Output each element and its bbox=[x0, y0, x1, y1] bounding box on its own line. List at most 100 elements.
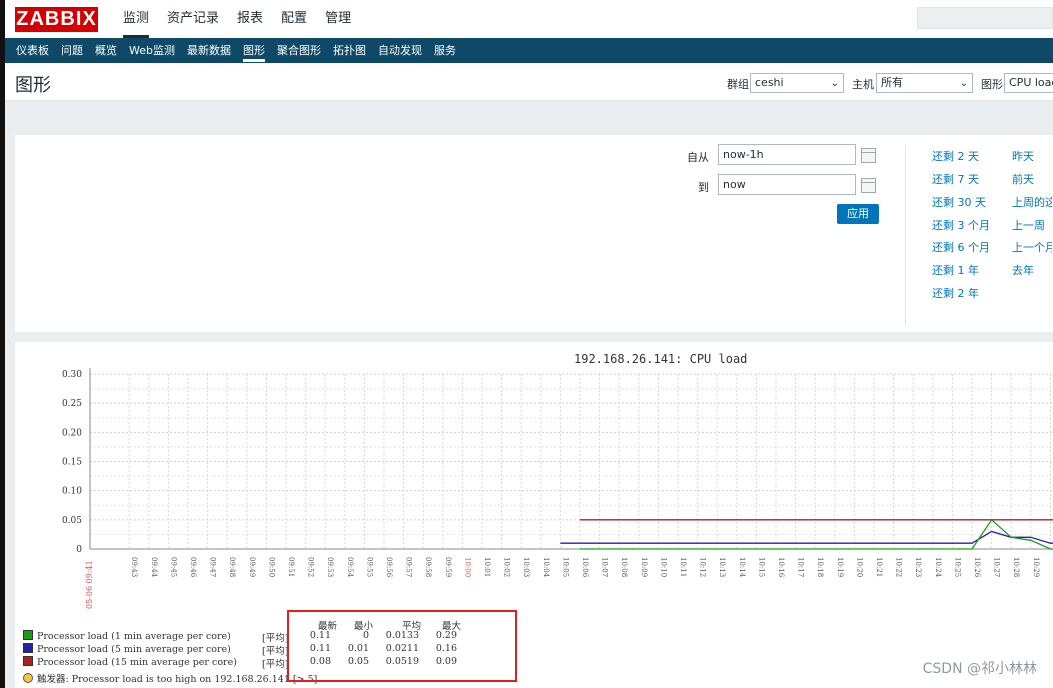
quick-range-link[interactable]: 上周的这 bbox=[1012, 194, 1052, 210]
to-input-value: now bbox=[723, 178, 746, 191]
subnav-latest-data[interactable]: 最新数据 bbox=[181, 38, 237, 63]
page-header: 图形 群组 ceshi ⌄ 主机 所有 ⌄ 图形 CPU load bbox=[5, 63, 1053, 101]
main-menu-reports[interactable]: 报表 bbox=[228, 0, 272, 38]
subnav-services[interactable]: 服务 bbox=[428, 38, 462, 63]
x-tick-label: 10:01 bbox=[483, 557, 491, 577]
top-bar: ZABBIX 监测 资产记录 报表 配置 管理 bbox=[5, 0, 1053, 38]
search-input[interactable] bbox=[917, 7, 1053, 29]
x-tick-label: 10:10 bbox=[659, 557, 667, 577]
x-tick-label: 10:28 bbox=[1012, 557, 1020, 577]
quick-range-link[interactable]: 还剩 3 个月 bbox=[932, 217, 990, 233]
zabbix-logo[interactable]: ZABBIX bbox=[15, 6, 98, 32]
calendar-icon[interactable] bbox=[861, 148, 876, 163]
from-input-value: now-1h bbox=[723, 148, 764, 161]
from-label: 自从 bbox=[687, 151, 709, 164]
main-menu-inventory[interactable]: 资产记录 bbox=[158, 0, 228, 38]
x-tick-label: 10:09 bbox=[640, 557, 648, 577]
from-input[interactable]: now-1h bbox=[718, 144, 856, 165]
x-tick-label: 10:25 bbox=[953, 557, 961, 577]
x-tick-label: 10:13 bbox=[718, 557, 726, 577]
trigger-text: 触发器: Processor load is too high on 192.1… bbox=[37, 674, 318, 685]
x-tick-label: 10:18 bbox=[816, 557, 824, 577]
y-tick-label: 0.20 bbox=[62, 428, 82, 438]
main-menu-administration[interactable]: 管理 bbox=[316, 0, 360, 38]
group-label: 群组 bbox=[727, 78, 749, 91]
legend-row: Processor load (1 min average per core) bbox=[23, 630, 231, 642]
subnav-graphs[interactable]: 图形 bbox=[237, 38, 271, 63]
x-tick-label: 10:19 bbox=[836, 557, 844, 577]
x-tick-label: 10:05 bbox=[561, 557, 569, 577]
x-tick-label: 10:08 bbox=[620, 557, 628, 577]
x-tick-label: 09:45 bbox=[169, 557, 177, 577]
x-tick-label: 10:14 bbox=[738, 557, 746, 578]
quick-range-link[interactable]: 还剩 2 天 bbox=[932, 148, 979, 164]
x-tick-label: 10:17 bbox=[797, 557, 805, 577]
x-tick-label: 10:15 bbox=[757, 557, 765, 577]
main-menu-configuration[interactable]: 配置 bbox=[272, 0, 316, 38]
x-tick-label: 10:07 bbox=[601, 557, 609, 577]
main-menu: 监测 资产记录 报表 配置 管理 bbox=[114, 0, 360, 38]
legend-row: Processor load (5 min average per core) bbox=[23, 643, 231, 655]
quick-range-link[interactable]: 还剩 2 年 bbox=[932, 285, 979, 301]
legend-swatch bbox=[23, 630, 33, 640]
watermark: CSDN @祁小林林 bbox=[922, 661, 1037, 677]
y-tick-label: 0.05 bbox=[62, 516, 82, 526]
graph-select-value: CPU load bbox=[1009, 76, 1053, 89]
quick-range-link[interactable]: 还剩 7 天 bbox=[932, 171, 979, 187]
x-tick-label: 10:06 bbox=[581, 557, 589, 578]
x-tick-label: 09:53 bbox=[326, 557, 334, 577]
x-start-label: 05-06 09:41 bbox=[85, 560, 94, 609]
x-tick-label: 10:12 bbox=[699, 557, 707, 577]
to-input[interactable]: now bbox=[718, 174, 856, 195]
host-select[interactable]: 所有 ⌄ bbox=[876, 73, 973, 93]
x-tick-label: 09:46 bbox=[189, 557, 197, 578]
quick-range-link[interactable]: 还剩 30 天 bbox=[932, 194, 986, 210]
legend-row: Processor load (15 min average per core) bbox=[23, 656, 237, 668]
time-filter-panel: 自从 now-1h 到 now 应用 还剩 2 天 还剩 7 天 还剩 30 天… bbox=[15, 135, 1053, 332]
quick-range-link[interactable]: 前天 bbox=[1012, 171, 1034, 187]
x-tick-label: 10:03 bbox=[522, 557, 530, 577]
graph-select[interactable]: CPU load bbox=[1004, 73, 1053, 93]
x-tick-label: 10:22 bbox=[895, 557, 903, 577]
main-menu-monitoring[interactable]: 监测 bbox=[114, 0, 158, 38]
y-tick-label: 0 bbox=[76, 545, 82, 555]
group-select[interactable]: ceshi ⌄ bbox=[750, 73, 844, 93]
x-tick-label: 09:43 bbox=[130, 557, 138, 577]
subnav-problems[interactable]: 问题 bbox=[55, 38, 89, 63]
subnav-dashboard[interactable]: 仪表板 bbox=[10, 38, 55, 63]
quick-range-link[interactable]: 还剩 6 个月 bbox=[932, 239, 990, 255]
y-tick-label: 0.30 bbox=[62, 370, 82, 380]
quick-range-link[interactable]: 上一个月 bbox=[1012, 239, 1052, 255]
subnav-web[interactable]: Web监测 bbox=[123, 38, 181, 63]
trigger-row: 触发器: Processor load is too high on 192.1… bbox=[23, 671, 318, 685]
subnav-discovery[interactable]: 自动发现 bbox=[372, 38, 428, 63]
subnav-screens[interactable]: 聚合图形 bbox=[271, 38, 327, 63]
x-tick-label: 09:56 bbox=[385, 557, 393, 578]
graph-panel: 192.168.26.141: CPU load 0.30 0.25 0.20 0.1… bbox=[15, 342, 1053, 688]
x-tick-label: 10:04 bbox=[542, 557, 550, 578]
quick-range-link[interactable]: 去年 bbox=[1012, 262, 1034, 278]
chevron-down-icon: ⌄ bbox=[830, 78, 839, 89]
legend-func: [平均] bbox=[262, 633, 289, 644]
x-tick-label: 09:47 bbox=[209, 557, 217, 577]
quick-range-link[interactable]: 上一周 bbox=[1012, 217, 1045, 233]
subnav-overview[interactable]: 概览 bbox=[89, 38, 123, 63]
calendar-icon[interactable] bbox=[861, 178, 876, 193]
x-tick-label: 09:48 bbox=[228, 557, 236, 577]
x-tick-label: 09:51 bbox=[287, 557, 295, 577]
x-tick-label: 09:54 bbox=[346, 557, 354, 578]
x-tick-label: 10:27 bbox=[993, 557, 1001, 577]
legend-func: [平均] bbox=[262, 646, 289, 657]
y-tick-label: 0.15 bbox=[62, 458, 82, 468]
x-tick-label: 10:24 bbox=[934, 557, 942, 578]
quick-range-link[interactable]: 昨天 bbox=[1012, 148, 1034, 164]
quick-range-link[interactable]: 还剩 1 年 bbox=[932, 262, 979, 278]
x-tick-label: 10:02 bbox=[503, 557, 511, 577]
apply-button[interactable]: 应用 bbox=[837, 204, 879, 224]
subnav-maps[interactable]: 拓扑图 bbox=[327, 38, 372, 63]
sub-nav: 仪表板 问题 概览 Web监测 最新数据 图形 聚合图形 拓扑图 自动发现 服务 bbox=[5, 38, 1053, 63]
legend-swatch bbox=[23, 656, 33, 666]
x-tick-label: 09:57 bbox=[405, 557, 413, 577]
x-tick-label: 10:26 bbox=[973, 557, 981, 578]
trigger-icon bbox=[23, 673, 33, 683]
